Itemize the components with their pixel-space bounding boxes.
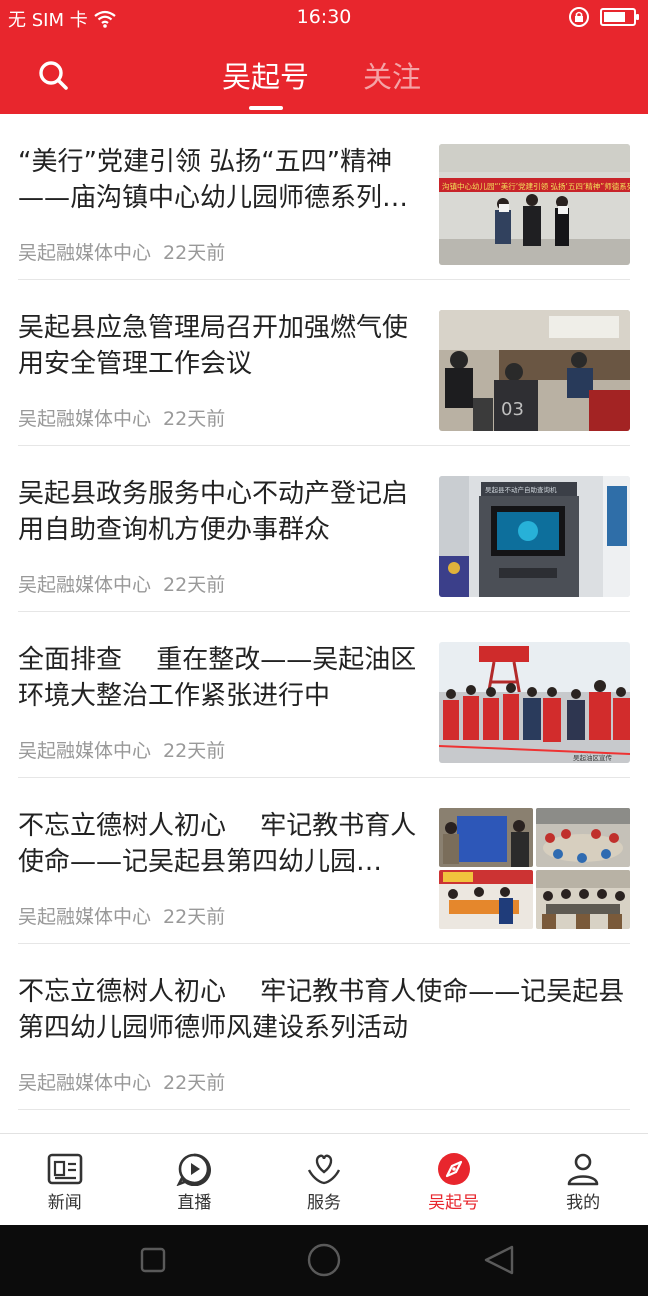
nav-service[interactable]: 服务: [259, 1134, 389, 1225]
svg-text:03: 03: [501, 399, 524, 420]
article-item[interactable]: 全面排查 重在整改——吴起油区环境大整治工作紧张进行中 吴起融媒体中心 22天前: [18, 612, 630, 778]
battery-fill: [604, 12, 625, 22]
article-list: “美行”党建引领 弘扬“五四”精神——庙沟镇中心幼儿园师德系列… 吴起融媒体中心…: [0, 114, 648, 1110]
watermark: 吴起油区宣传: [573, 753, 613, 762]
article-source: 吴起融媒体中心: [18, 574, 152, 596]
article-meta: 吴起融媒体中心 22天前: [18, 404, 225, 431]
article-source: 吴起融媒体中心: [18, 242, 152, 264]
nav-label: 我的: [566, 1193, 601, 1213]
article-title: “美行”党建引领 弘扬“五四”精神——庙沟镇中心幼儿园师德系列…: [18, 147, 409, 213]
ceremony-photo: 沟镇中心幼儿园“‘美行’党建引领 弘扬‘五四’精神”师德系列活动: [439, 144, 630, 265]
article-meta: 吴起融媒体中心 22天前: [18, 736, 225, 763]
header-tabs: 吴起号 关注: [222, 54, 421, 96]
article-thumbnail: 吴起县不动产自助查询机: [439, 476, 630, 597]
article-item[interactable]: 吴起县政务服务中心不动产登记启用自助查询机方便办事群众 吴起融媒体中心 22天前…: [18, 446, 630, 612]
article-source: 吴起融媒体中心: [18, 740, 152, 762]
article-source: 吴起融媒体中心: [18, 408, 152, 430]
system-nav-buttons: [140, 1243, 514, 1277]
article-thumbnail: 沟镇中心幼儿园“‘美行’党建引领 弘扬‘五四’精神”师德系列活动: [439, 144, 630, 265]
article-time: 22天前: [163, 1072, 226, 1094]
nav-wuqihao[interactable]: 吴起号: [389, 1134, 519, 1225]
nav-label: 吴起号: [428, 1193, 480, 1213]
recent-apps-icon[interactable]: [140, 1247, 166, 1273]
article-thumbnail: 03: [439, 310, 630, 431]
article-time: 22天前: [163, 242, 226, 264]
person-icon: [567, 1153, 599, 1186]
status-bar: 无 SIM 卡 16:30: [0, 0, 648, 36]
article-item[interactable]: 不忘立德树人初心 牢记教书育人使命——记吴起县第四幼儿园师德师风建设系列活动 吴…: [18, 944, 630, 1110]
play-icon: [176, 1153, 212, 1186]
meeting-photo: 03: [439, 310, 630, 431]
article-item[interactable]: 不忘立德树人初心 牢记教书育人使命——记吴起县第四幼儿园… 吴起融媒体中心 22…: [18, 778, 630, 944]
back-icon[interactable]: [484, 1245, 514, 1275]
article-meta: 吴起融媒体中心 22天前: [18, 1068, 225, 1095]
nav-label: 新闻: [47, 1193, 82, 1213]
clock: 16:30: [296, 6, 352, 28]
battery-icon: [600, 8, 639, 26]
oilfield-photo: 吴起油区宣传: [439, 642, 630, 763]
newspaper-icon: [47, 1153, 83, 1185]
article-title: 全面排查 重在整改——吴起油区环境大整治工作紧张进行中: [18, 645, 417, 711]
grid-photo: [439, 870, 533, 929]
article-source: 吴起融媒体中心: [18, 906, 152, 928]
article-source: 吴起融媒体中心: [18, 1072, 152, 1094]
nav-label: 服务: [306, 1193, 341, 1213]
status-right: [568, 6, 639, 28]
nav-live[interactable]: 直播: [130, 1134, 260, 1225]
article-item[interactable]: “美行”党建引领 弘扬“五四”精神——庙沟镇中心幼儿园师德系列… 吴起融媒体中心…: [18, 114, 630, 280]
article-time: 22天前: [163, 906, 226, 928]
grid-photo: [536, 808, 630, 867]
article-title: 不忘立德树人初心 牢记教书育人使命——记吴起县第四幼儿园师德师风建设系列活动: [18, 977, 625, 1043]
bottom-nav: 新闻 直播 服务 吴起号 我的: [0, 1133, 648, 1225]
grid-photo: [536, 870, 630, 929]
article-thumbnail: 吴起油区宣传: [439, 642, 630, 763]
article-time: 22天前: [163, 574, 226, 596]
search-icon[interactable]: [36, 58, 70, 92]
kiosk-photo: 吴起县不动产自助查询机: [439, 476, 630, 597]
kiosk-label: 吴起县不动产自助查询机: [485, 485, 557, 494]
article-time: 22天前: [163, 408, 226, 430]
compass-icon: [437, 1153, 470, 1185]
home-icon[interactable]: [307, 1243, 341, 1277]
nav-label: 直播: [177, 1193, 212, 1213]
banner-caption: 沟镇中心幼儿园“‘美行’党建引领 弘扬‘五四’精神”师德系列活动: [442, 181, 630, 191]
article-meta: 吴起融媒体中心 22天前: [18, 902, 225, 929]
top-header: 吴起号 关注: [0, 36, 648, 114]
tab-wuqihao[interactable]: 吴起号: [222, 54, 309, 96]
article-title: 吴起县应急管理局召开加强燃气使用安全管理工作会议: [18, 313, 409, 379]
article-item[interactable]: 吴起县应急管理局召开加强燃气使用安全管理工作会议 吴起融媒体中心 22天前 03: [18, 280, 630, 446]
tab-follow[interactable]: 关注: [363, 54, 421, 96]
article-meta: 吴起融媒体中心 22天前: [18, 238, 225, 265]
nav-mine[interactable]: 我的: [518, 1134, 648, 1225]
nav-news[interactable]: 新闻: [0, 1134, 130, 1225]
service-heart-icon: [307, 1154, 341, 1185]
article-thumbnail-grid: [439, 808, 630, 929]
article-meta: 吴起融媒体中心 22天前: [18, 570, 225, 597]
article-title: 吴起县政务服务中心不动产登记启用自助查询机方便办事群众: [18, 479, 409, 545]
rotation-lock-icon: [569, 7, 589, 27]
article-time: 22天前: [163, 740, 226, 762]
grid-photo: [439, 808, 533, 867]
article-title: 不忘立德树人初心 牢记教书育人使命——记吴起县第四幼儿园…: [18, 811, 417, 877]
system-navigation-bar: [0, 1225, 648, 1296]
